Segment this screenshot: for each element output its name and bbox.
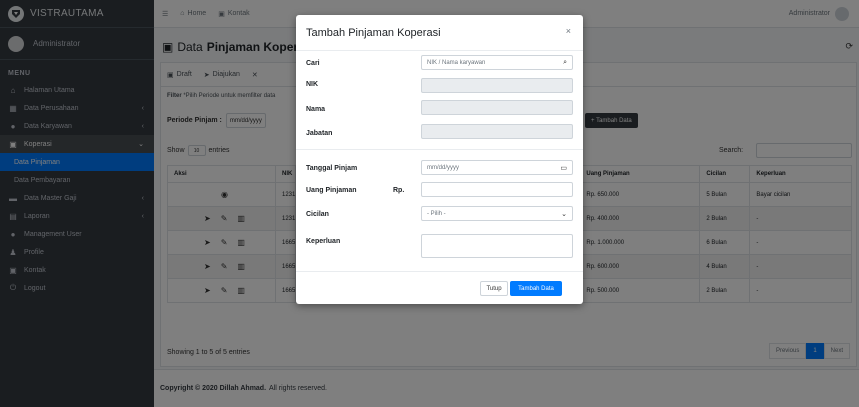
jabatan-field: [421, 124, 573, 139]
jabatan-label: Jabatan: [306, 130, 333, 137]
cari-input[interactable]: NIK / Nama karyawan ⌕: [421, 55, 573, 70]
divider: [296, 271, 583, 272]
modal-header: Tambah Pinjaman Koperasi ×: [296, 15, 583, 51]
rp-prefix: Rp.: [393, 187, 405, 194]
uang-pinjaman-input[interactable]: [421, 182, 573, 197]
cicilan-label: Cicilan: [306, 211, 329, 218]
nik-field: [421, 78, 573, 93]
keperluan-textarea[interactable]: [421, 234, 573, 258]
chevron-down-icon: ⌄: [561, 210, 567, 218]
tanggal-pinjam-input[interactable]: mm/dd/yyyy ▭: [421, 160, 573, 175]
add-loan-modal: Tambah Pinjaman Koperasi × Cari NIK / Na…: [296, 15, 583, 304]
nik-label: NIK: [306, 81, 319, 88]
tanggal-pinjam-label: Tanggal Pinjam: [306, 165, 358, 172]
tanggal-placeholder: mm/dd/yyyy: [427, 164, 460, 171]
cari-placeholder: NIK / Nama karyawan: [427, 59, 486, 66]
cicilan-select[interactable]: - Pilih - ⌄: [421, 206, 573, 221]
nama-label: Nama: [306, 106, 326, 113]
nama-field: [421, 100, 573, 115]
keperluan-label: Keperluan: [306, 238, 341, 245]
modal-title: Tambah Pinjaman Koperasi: [306, 26, 441, 39]
close-icon[interactable]: ×: [566, 26, 571, 36]
calendar-icon[interactable]: ▭: [560, 164, 567, 172]
search-icon[interactable]: ⌕: [563, 59, 567, 67]
cicilan-value: - Pilih -: [427, 210, 446, 217]
divider: [296, 149, 583, 150]
close-button[interactable]: Tutup: [480, 281, 508, 296]
submit-button[interactable]: Tambah Data: [510, 281, 562, 296]
uang-pinjaman-label: Uang Pinjaman: [306, 187, 357, 194]
cari-label: Cari: [306, 60, 320, 67]
